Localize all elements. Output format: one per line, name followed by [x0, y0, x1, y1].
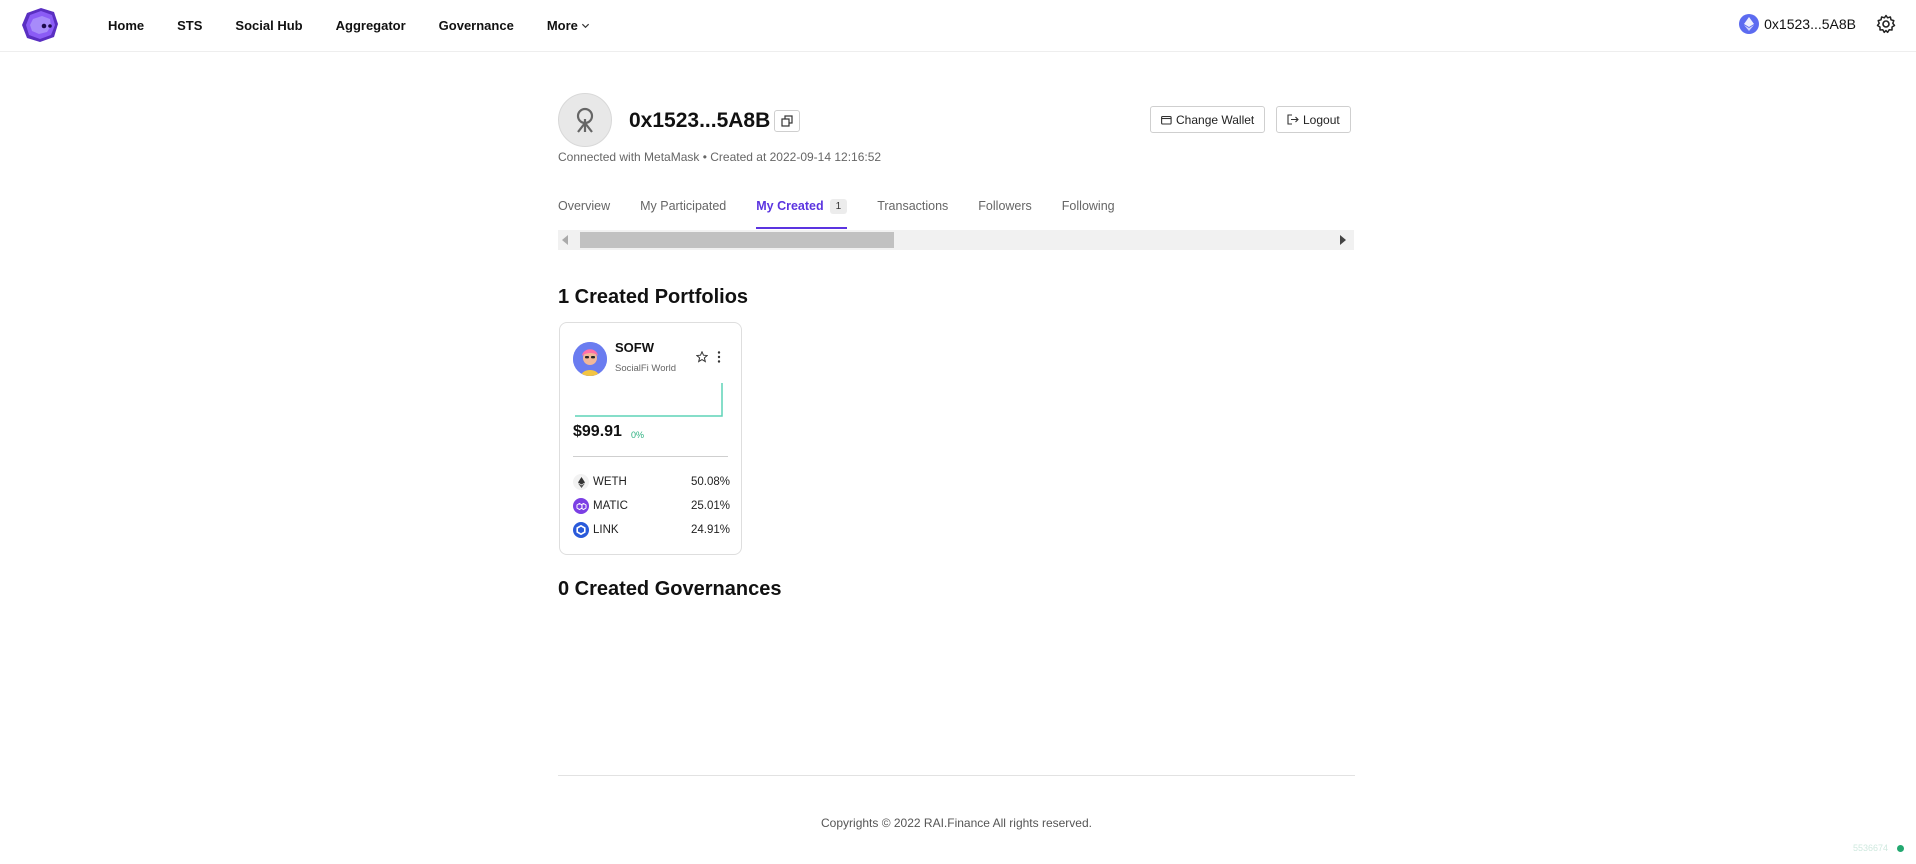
asset-percent: 24.91%: [690, 524, 730, 536]
tab-my-created[interactable]: My Created 1: [756, 199, 848, 229]
ethereum-network-icon: [1739, 14, 1760, 34]
change-wallet-label: Change Wallet: [1176, 112, 1255, 127]
nav-more-dropdown[interactable]: More: [547, 18, 590, 33]
scroll-left-arrow-icon[interactable]: [562, 235, 568, 245]
scrollbar-thumb[interactable]: [580, 232, 894, 248]
created-portfolios-heading: 1 Created Portfolios: [558, 286, 749, 308]
created-governances-heading: 0 Created Governances: [558, 578, 782, 600]
asset-row: WETH 50.08%: [573, 473, 730, 491]
default-avatar-icon: [576, 107, 594, 133]
tab-label: Overview: [558, 199, 611, 213]
portfolio-avatar: [573, 342, 607, 376]
nav-aggregator[interactable]: Aggregator: [336, 18, 406, 33]
wallet-address-text: 0x1523...5A8B: [1764, 16, 1856, 32]
card-divider: [573, 456, 728, 457]
nav-governance[interactable]: Governance: [439, 18, 514, 33]
tab-label: Transactions: [877, 199, 949, 213]
wallet-address-chip[interactable]: 0x1523...5A8B: [1739, 14, 1856, 34]
nav-social-hub[interactable]: Social Hub: [235, 18, 302, 33]
portfolio-name: SocialFi World: [615, 363, 677, 374]
tabs-horizontal-scrollbar[interactable]: [558, 230, 1354, 250]
portfolio-change: 0%: [631, 430, 645, 440]
favorite-star-icon[interactable]: [696, 351, 708, 363]
network-status-dot: [1897, 845, 1904, 852]
tab-followers[interactable]: Followers: [978, 199, 1032, 229]
change-wallet-button[interactable]: Change Wallet: [1150, 106, 1266, 133]
settings-gear-icon[interactable]: [1876, 14, 1896, 34]
nav-sts[interactable]: STS: [177, 18, 202, 33]
wallet-icon: [1161, 115, 1172, 125]
top-navigation-bar: Home STS Social Hub Aggregator Governanc…: [0, 0, 1916, 52]
copy-icon: [781, 115, 793, 127]
tab-my-participated[interactable]: My Participated: [640, 199, 726, 229]
chevron-down-icon: [581, 23, 589, 28]
link-icon: [573, 522, 589, 538]
copy-address-button[interactable]: [774, 110, 800, 132]
profile-meta: Connected with MetaMask • Created at 202…: [558, 150, 882, 164]
profile-address: 0x1523...5A8B: [629, 109, 771, 132]
asset-symbol: MATIC: [593, 500, 628, 512]
tab-label: Following: [1061, 199, 1115, 213]
nav-home[interactable]: Home: [108, 18, 144, 33]
footer-divider: [558, 775, 1355, 776]
portfolio-sparkline: [575, 383, 723, 417]
logout-button[interactable]: Logout: [1276, 106, 1351, 133]
tab-transactions[interactable]: Transactions: [877, 199, 948, 229]
tab-label: Followers: [978, 199, 1032, 213]
portfolio-card[interactable]: SOFW SocialFi World $99.91 0% WETH 50.08…: [559, 322, 742, 555]
rai-finance-logo[interactable]: [21, 7, 59, 43]
asset-symbol: WETH: [593, 476, 627, 488]
profile-tabs: Overview My Participated My Created 1 Tra…: [558, 199, 1145, 231]
tab-label: My Participated: [640, 199, 727, 213]
asset-percent: 25.01%: [690, 500, 730, 512]
asset-percent: 50.08%: [690, 476, 730, 488]
asset-row: MATIC 25.01%: [573, 497, 730, 515]
user-avatar: [558, 93, 612, 147]
asset-symbol: LINK: [593, 524, 619, 536]
portfolio-symbol: SOFW: [615, 340, 654, 355]
version-label: 5536674: [1852, 843, 1888, 853]
tab-count-badge: 1: [829, 199, 848, 214]
matic-icon: [573, 498, 589, 514]
tab-following[interactable]: Following: [1062, 199, 1115, 229]
scroll-right-arrow-icon[interactable]: [1340, 235, 1346, 245]
more-options-icon[interactable]: [717, 350, 721, 364]
asset-row: LINK 24.91%: [573, 521, 730, 539]
logout-label: Logout: [1303, 112, 1340, 127]
tab-overview[interactable]: Overview: [558, 199, 610, 229]
logout-icon: [1287, 114, 1299, 125]
eth-icon: [573, 474, 589, 490]
footer-copyright: Copyrights © 2022 RAI.Finance All rights…: [821, 816, 1092, 830]
nav-more-label: More: [546, 17, 578, 33]
portfolio-price: $99.91: [573, 423, 622, 440]
tab-label: My Created: [756, 199, 824, 213]
main-nav: Home STS Social Hub Aggregator Governanc…: [108, 0, 623, 50]
